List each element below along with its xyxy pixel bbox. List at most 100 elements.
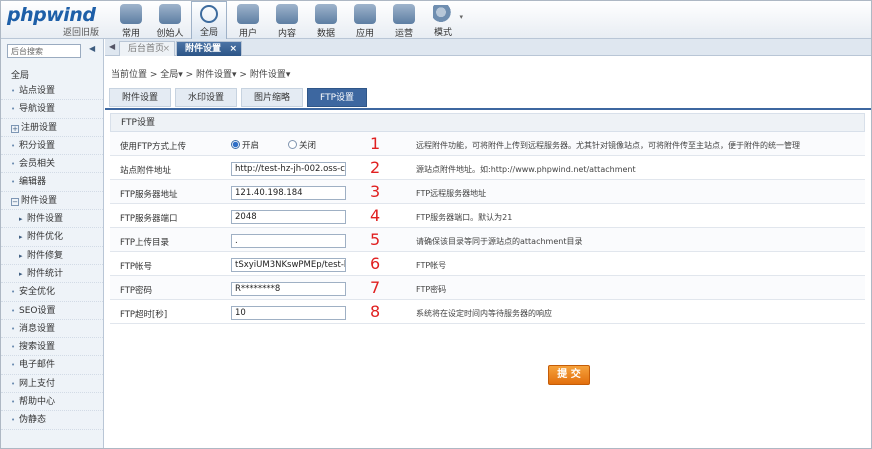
collapse-sidebar-icon[interactable]: ◀	[89, 44, 95, 53]
bullet-icon: •	[11, 105, 16, 114]
row-number: 3	[370, 182, 381, 201]
bullet-icon: •	[11, 178, 16, 187]
database-icon	[315, 4, 337, 24]
ftp-settings-panel: FTP设置 使用FTP方式上传 开启 关闭 1 远程附件功能，可将附件上传到远程…	[110, 113, 865, 324]
arrow-right-icon: ▸	[19, 251, 23, 260]
collapse-icon[interactable]: −	[11, 197, 19, 206]
nav-item-global[interactable]: 全局	[191, 1, 227, 39]
nav-item-mode[interactable]: 模式 ▾	[425, 1, 463, 39]
nav-item-operations[interactable]: 运营	[386, 1, 422, 39]
ftp-timeout-input[interactable]: 10	[231, 306, 346, 320]
sidebar-item-site-settings[interactable]: • 站点设置	[1, 82, 103, 101]
sidebar-item-rewrite[interactable]: • 伪静态	[1, 411, 103, 430]
row-ftp-password: FTP密码 R********8 7 FTP密码	[110, 276, 865, 300]
nav-item-users[interactable]: 用户	[230, 1, 266, 39]
tab-admin-home[interactable]: 后台首页 ×	[119, 41, 175, 56]
bullet-icon: •	[11, 416, 16, 425]
sidebar-item-security[interactable]: • 安全优化	[1, 283, 103, 302]
tab-attachment-settings[interactable]: 附件设置 ×	[176, 41, 242, 56]
ftp-account-input[interactable]: tSxyiUM3NKswPMEp/test-hz	[231, 258, 346, 272]
sidebar-item-attachment-group[interactable]: − 附件设置	[1, 192, 103, 211]
close-icon[interactable]: ×	[162, 42, 170, 56]
subtab-attachment-settings[interactable]: 附件设置	[109, 88, 172, 107]
sidebar-item-editor[interactable]: • 编辑器	[1, 173, 103, 192]
sidebar-item-seo[interactable]: • SEO设置	[1, 302, 103, 320]
row-number: 4	[370, 206, 381, 225]
ftp-upload-dir-input[interactable]: .	[231, 234, 346, 248]
nav-item-apps[interactable]: 应用	[347, 1, 383, 39]
radio-disable[interactable]: 关闭	[288, 139, 316, 151]
row-number: 6	[370, 254, 381, 273]
breadcrumb[interactable]: 当前位置 > 全局▾ > 附件设置▾ > 附件设置▾	[111, 67, 290, 80]
submit-button[interactable]: 提 交	[548, 365, 590, 385]
arrow-right-icon: ▸	[19, 269, 23, 278]
sidebar-item-nav-settings[interactable]: • 导航设置	[1, 100, 103, 119]
arrow-right-icon: ▸	[19, 233, 23, 242]
row-description: 源站点附件地址。如:http://www.phpwind.net/attachm…	[416, 165, 636, 174]
gears-icon	[433, 5, 453, 23]
monitor-icon	[393, 4, 415, 24]
sidebar-subitem-attachment-stats[interactable]: ▸ 附件统计	[1, 265, 103, 284]
main-nav: 常用 创始人 全局 用户 内容 数据 应用 运营 模式 ▾	[113, 1, 463, 39]
sidebar-subitem-attachment-optimize[interactable]: ▸ 附件优化	[1, 228, 103, 247]
sidebar-item-credit-settings[interactable]: • 积分设置	[1, 137, 103, 156]
bullet-icon: •	[11, 398, 16, 407]
ftp-server-port-input[interactable]: 2048	[231, 210, 346, 224]
subtab-thumbnail[interactable]: 图片缩略	[241, 88, 304, 107]
logo[interactable]: phpwind	[7, 4, 96, 26]
bullet-icon: •	[11, 87, 16, 95]
top-header: phpwind 返回旧版 常用 创始人 全局 用户 内容 数据 应用 运营 模式…	[1, 1, 871, 39]
row-number: 7	[370, 278, 381, 297]
site-attachment-url-input[interactable]: http://test-hz-jh-002.oss-cn-h	[231, 162, 346, 176]
sidebar-item-member[interactable]: • 会员相关	[1, 155, 103, 174]
nav-item-data[interactable]: 数据	[308, 1, 344, 39]
row-use-ftp: 使用FTP方式上传 开启 关闭 1 远程附件功能，可将附件上传到远程服务器。尤其…	[110, 132, 865, 156]
sidebar-item-payment[interactable]: • 网上支付	[1, 375, 103, 394]
row-label: 使用FTP方式上传	[120, 142, 187, 152]
row-number: 5	[370, 230, 381, 249]
sidebar-item-search[interactable]: • 搜索设置	[1, 338, 103, 357]
radio-enable[interactable]: 开启	[231, 139, 259, 151]
sidebar-subitem-attachment-settings[interactable]: ▸ 附件设置	[1, 210, 103, 229]
subtab-ftp-settings[interactable]: FTP设置	[307, 88, 367, 107]
sidebar-subitem-attachment-repair[interactable]: ▸ 附件修复	[1, 247, 103, 265]
ftp-password-input[interactable]: R********8	[231, 282, 346, 296]
sidebar-item-email[interactable]: • 电子邮件	[1, 356, 103, 375]
ftp-server-address-input[interactable]: 121.40.198.184	[231, 186, 346, 200]
sidebar-item-message[interactable]: • 消息设置	[1, 320, 103, 339]
subtabs: 附件设置 水印设置 图片缩略 FTP设置	[109, 88, 371, 108]
row-label: 站点附件地址	[120, 166, 172, 176]
tabs-bar: ◀ 后台首页 × 附件设置 ×	[105, 39, 871, 56]
row-ftp-server-address: FTP服务器地址 121.40.198.184 3 FTP远程服务器地址	[110, 180, 865, 204]
row-description: FTP服务器端口。默认为21	[416, 213, 513, 222]
row-description: 系统将在设定时间内等待服务器的响应	[416, 309, 552, 318]
row-site-attachment-url: 站点附件地址 http://test-hz-jh-002.oss-cn-h 2 …	[110, 156, 865, 180]
sidebar-menu: • 站点设置 • 导航设置 + 注册设置 • 积分设置 • 会员相关 • 编辑器 − 附件设置…	[1, 82, 103, 430]
home-icon	[120, 4, 142, 24]
row-label: FTP超时[秒]	[120, 310, 168, 320]
sidebar-item-help[interactable]: • 帮助中心	[1, 393, 103, 412]
close-icon[interactable]: ×	[229, 42, 237, 56]
back-to-old-version-link[interactable]: 返回旧版	[63, 25, 99, 38]
row-description: FTP远程服务器地址	[416, 189, 487, 198]
row-number: 2	[370, 158, 381, 177]
bullet-icon: •	[11, 361, 16, 370]
expand-icon[interactable]: +	[11, 124, 19, 133]
bullet-icon: •	[11, 288, 16, 297]
row-ftp-server-port: FTP服务器端口 2048 4 FTP服务器端口。默认为21	[110, 204, 865, 228]
panel-title: FTP设置	[110, 113, 865, 132]
sidebar-item-register-settings[interactable]: + 注册设置	[1, 119, 103, 137]
row-label: FTP密码	[120, 286, 153, 296]
sidebar-search-input[interactable]: 后台搜索	[7, 44, 81, 58]
row-label: FTP帐号	[120, 262, 153, 272]
row-label: FTP上传目录	[120, 238, 170, 248]
bullet-icon: •	[11, 306, 16, 315]
subtab-watermark-settings[interactable]: 水印设置	[175, 88, 238, 107]
bullet-icon: •	[11, 160, 16, 169]
tabs-scroll-left-icon[interactable]: ◀	[109, 42, 115, 51]
nav-item-common[interactable]: 常用	[113, 1, 149, 39]
nav-item-founder[interactable]: 创始人	[152, 1, 188, 39]
row-description: FTP帐号	[416, 261, 447, 270]
nav-item-content[interactable]: 内容	[269, 1, 305, 39]
row-ftp-upload-dir: FTP上传目录 . 5 请确保该目录等同于源站点的attachment目录	[110, 228, 865, 252]
